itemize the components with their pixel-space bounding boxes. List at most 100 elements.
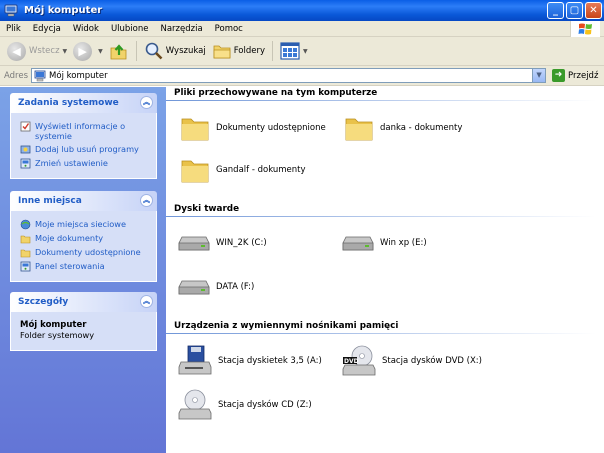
menu-help[interactable]: Pomoc — [209, 24, 249, 34]
place-my-documents[interactable]: Moje dokumenty — [20, 233, 156, 244]
task-pane: Zadania systemowe ︽ Wyświetl informacje … — [0, 87, 166, 453]
group-divider — [166, 216, 596, 217]
task-label: Zmień ustawienie — [35, 158, 108, 168]
dvd-drive-icon: DVD — [342, 345, 376, 376]
toolbar-separator — [135, 41, 137, 61]
collapse-icon[interactable]: ︽ — [140, 194, 153, 207]
windows-logo-icon — [570, 21, 600, 37]
search-label: Wyszukaj — [165, 46, 206, 56]
search-button[interactable]: Wyszukaj — [141, 39, 209, 63]
task-label: Dodaj lub usuń programy — [35, 144, 139, 154]
go-label: Przejdź — [568, 70, 599, 81]
menu-view[interactable]: Widok — [67, 24, 105, 34]
system-tasks-title: Zadania systemowe — [18, 98, 119, 108]
address-label: Adres — [4, 70, 29, 81]
drive-label: Stacja dysków CD (Z:) — [218, 400, 312, 410]
drive-label: Stacja dysków DVD (X:) — [382, 356, 482, 366]
other-places-panel: Inne miejsca ︽ Moje miejsca sieciowe Moj… — [10, 191, 157, 282]
chevron-down-icon: ▼ — [303, 47, 308, 55]
collapse-icon[interactable]: ︽ — [140, 295, 153, 308]
folders-icon — [213, 45, 231, 59]
folder-icon — [345, 118, 373, 141]
drive-label: WIN_2K (C:) — [216, 238, 267, 248]
task-label: Dokumenty udostępnione — [35, 247, 141, 257]
folder-icon — [20, 235, 31, 244]
back-label: Wstecz — [29, 46, 60, 56]
views-button[interactable]: ▼ — [277, 39, 311, 63]
maximize-button[interactable]: ▢ — [566, 2, 583, 19]
place-shared-documents[interactable]: Dokumenty udostępnione — [20, 247, 156, 258]
menu-edit[interactable]: Edycja — [27, 24, 67, 34]
place-control-panel[interactable]: Panel sterowania — [20, 261, 156, 272]
task-add-remove-programs[interactable]: Dodaj lub usuń programy — [20, 144, 156, 155]
address-value: Mój komputer — [49, 70, 108, 81]
details-item-name: Mój komputer — [20, 320, 87, 330]
menu-tools[interactable]: Narzędzia — [154, 24, 208, 34]
search-icon — [145, 42, 163, 60]
hard-drive-icon — [178, 236, 210, 251]
folder-item[interactable]: Gandalf - dokumenty — [180, 155, 306, 185]
folder-item[interactable]: danka - dokumenty — [344, 113, 462, 143]
toolbar: ◀ Wstecz ▼ ▶ ▼ Wyszukaj Foldery ▼ — [0, 37, 604, 66]
details-header[interactable]: Szczegóły ︽ — [10, 292, 157, 312]
address-input[interactable]: Mój komputer ▼ — [31, 68, 547, 83]
cd-drive-icon — [178, 389, 212, 420]
hard-drive-icon — [178, 280, 210, 295]
menu-file[interactable]: Plik — [0, 24, 27, 34]
drive-label: DATA (F:) — [216, 282, 255, 292]
up-folder-button[interactable] — [106, 39, 132, 63]
close-button[interactable]: ✕ — [585, 2, 602, 19]
folder-label: Gandalf - dokumenty — [216, 165, 306, 175]
add-remove-programs-icon — [20, 145, 31, 154]
drive-label: Win xp (E:) — [380, 238, 427, 248]
views-icon — [280, 42, 300, 60]
hard-drive-icon — [342, 236, 374, 251]
details-title: Szczegóły — [18, 297, 69, 307]
go-button[interactable]: ➜ Przejdź — [552, 69, 598, 82]
folder-icon — [181, 118, 209, 141]
folders-label: Foldery — [233, 46, 265, 56]
my-computer-icon — [34, 70, 46, 81]
group-divider — [166, 333, 596, 334]
collapse-icon[interactable]: ︽ — [140, 96, 153, 109]
up-folder-icon — [110, 44, 127, 60]
svg-text:DVD: DVD — [344, 358, 359, 365]
drive-item[interactable]: Stacja dysków CD (Z:) — [178, 389, 312, 421]
system-tasks-header[interactable]: Zadania systemowe ︽ — [10, 93, 157, 113]
address-dropdown-button[interactable]: ▼ — [532, 69, 546, 82]
toolbar-separator — [272, 41, 273, 61]
folder-label: Dokumenty udostępnione — [216, 123, 326, 133]
folder-item[interactable]: Dokumenty udostępnione — [180, 113, 326, 143]
minimize-button[interactable]: _ — [547, 2, 564, 19]
back-arrow-icon: ◀ — [7, 41, 26, 61]
other-places-header[interactable]: Inne miejsca ︽ — [10, 191, 157, 211]
details-panel: Szczegóły ︽ Mój komputer Folder systemow… — [10, 292, 157, 351]
back-button[interactable]: ◀ Wstecz ▼ — [4, 39, 70, 63]
task-label: Moje dokumenty — [35, 233, 104, 243]
chevron-down-icon: ▼ — [98, 47, 103, 55]
task-label: Panel sterowania — [35, 261, 105, 271]
place-network[interactable]: Moje miejsca sieciowe — [20, 219, 156, 230]
forward-button[interactable]: ▶ ▼ — [70, 39, 106, 63]
network-places-icon — [20, 219, 31, 230]
drive-item[interactable]: Stacja dyskietek 3,5 (A:) — [178, 345, 322, 377]
floppy-drive-icon — [178, 345, 212, 375]
control-panel-icon — [20, 158, 31, 169]
drive-item[interactable]: DATA (F:) — [178, 277, 254, 297]
go-arrow-icon: ➜ — [552, 69, 566, 82]
task-view-system-info[interactable]: Wyświetl informacje o systemie — [20, 121, 156, 141]
task-change-setting[interactable]: Zmień ustawienie — [20, 158, 156, 169]
folders-button[interactable]: Foldery — [209, 39, 268, 63]
title-bar: Mój komputer _ ▢ ✕ — [0, 0, 604, 21]
drive-item[interactable]: WIN_2K (C:) — [178, 233, 267, 253]
folder-icon — [181, 160, 209, 183]
drive-item[interactable]: Win xp (E:) — [342, 233, 427, 253]
drive-label: Stacja dyskietek 3,5 (A:) — [218, 356, 322, 366]
window-title: Mój komputer — [24, 5, 103, 16]
menu-favorites[interactable]: Ulubione — [105, 24, 155, 34]
drive-item[interactable]: DVD Stacja dysków DVD (X:) — [342, 345, 482, 377]
forward-arrow-icon: ▶ — [73, 41, 93, 61]
my-computer-icon — [4, 4, 18, 16]
address-bar: Adres Mój komputer ▼ ➜ Przejdź — [0, 66, 604, 86]
group-header-hard-disks: Dyski twarde — [174, 204, 240, 214]
